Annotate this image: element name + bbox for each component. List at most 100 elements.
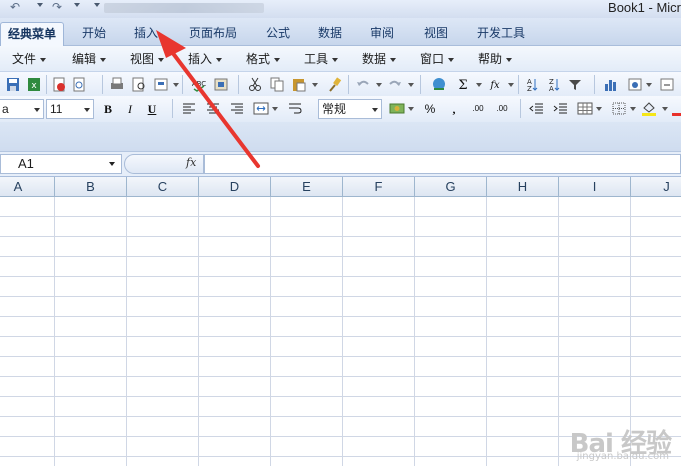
font-size-combo[interactable]: 11 bbox=[46, 99, 94, 119]
autosum-icon[interactable]: Σ bbox=[454, 76, 472, 93]
tab-classic-menu[interactable]: 经典菜单 bbox=[0, 22, 64, 46]
undo-dropdown-icon[interactable] bbox=[37, 3, 43, 7]
menu-view[interactable]: 视图 bbox=[130, 51, 165, 67]
currency-icon[interactable] bbox=[388, 100, 406, 117]
chevron-down-icon[interactable] bbox=[596, 107, 602, 111]
copy-icon[interactable] bbox=[268, 76, 286, 93]
chevron-down-icon[interactable] bbox=[646, 83, 652, 87]
align-left-icon[interactable] bbox=[180, 100, 198, 117]
insert-function-icon[interactable]: fx bbox=[186, 156, 196, 169]
font-color-icon[interactable] bbox=[672, 100, 681, 117]
chevron-down-icon[interactable] bbox=[312, 83, 318, 87]
column-header-g[interactable]: G bbox=[415, 177, 487, 197]
undo-icon[interactable]: ↶ bbox=[10, 0, 20, 16]
print-preview-icon[interactable] bbox=[130, 76, 148, 93]
column-header-j[interactable]: J bbox=[631, 177, 681, 197]
table-format-icon[interactable] bbox=[576, 100, 594, 117]
tab-review[interactable]: 审阅 bbox=[362, 22, 402, 46]
menu-tools[interactable]: 工具 bbox=[304, 51, 339, 67]
column-header-i[interactable]: I bbox=[559, 177, 631, 197]
print-icon[interactable] bbox=[108, 76, 126, 93]
tab-view[interactable]: 视图 bbox=[416, 22, 456, 46]
menu-help[interactable]: 帮助 bbox=[478, 51, 513, 67]
percent-style-button[interactable]: % bbox=[420, 99, 440, 119]
permission-icon[interactable] bbox=[50, 76, 68, 93]
chevron-down-icon bbox=[448, 57, 455, 62]
menu-file[interactable]: 文件 bbox=[12, 51, 47, 67]
chevron-down-icon[interactable] bbox=[508, 83, 514, 87]
undo-toolbar-icon[interactable] bbox=[354, 76, 372, 93]
column-header-f[interactable]: F bbox=[343, 177, 415, 197]
column-header-e[interactable]: E bbox=[271, 177, 343, 197]
menu-edit[interactable]: 编辑 bbox=[72, 51, 107, 67]
menu-format[interactable]: 格式 bbox=[246, 51, 281, 67]
decrease-decimal-button[interactable]: .00 bbox=[492, 99, 512, 119]
tab-page-layout[interactable]: 页面布局 bbox=[180, 22, 246, 46]
filter-icon[interactable] bbox=[566, 76, 584, 93]
customize-quick-access-icon[interactable] bbox=[94, 3, 100, 7]
spelling-icon[interactable]: ABC bbox=[190, 76, 208, 93]
comma-style-button[interactable]: , bbox=[444, 99, 464, 119]
italic-button[interactable]: I bbox=[120, 99, 140, 119]
column-header-h[interactable]: H bbox=[487, 177, 559, 197]
toolbar-separator bbox=[172, 99, 173, 118]
font-name-combo[interactable]: a bbox=[0, 99, 44, 119]
increase-decimal-button[interactable]: .00 bbox=[468, 99, 488, 119]
save-icon[interactable] bbox=[4, 76, 22, 93]
merge-center-icon[interactable] bbox=[252, 100, 270, 117]
chevron-down-icon[interactable] bbox=[272, 107, 278, 111]
name-box[interactable]: A1 bbox=[0, 154, 122, 174]
formatting-toolbar: a 11 B I U 常规 % , .00 .00 bbox=[0, 96, 681, 122]
number-format-combo[interactable]: 常规 bbox=[318, 99, 382, 119]
more-tools-icon[interactable] bbox=[658, 76, 676, 93]
redo-icon[interactable]: ↷ bbox=[52, 0, 62, 16]
sort-ascending-icon[interactable]: AZ bbox=[522, 76, 540, 93]
cut-icon[interactable] bbox=[246, 76, 264, 93]
chevron-down-icon[interactable] bbox=[476, 83, 482, 87]
chart-icon[interactable] bbox=[602, 76, 620, 93]
tab-formulas[interactable]: 公式 bbox=[258, 22, 298, 46]
wrap-text-icon[interactable] bbox=[286, 100, 304, 117]
tab-data[interactable]: 数据 bbox=[310, 22, 350, 46]
sort-descending-icon[interactable]: ZA bbox=[544, 76, 562, 93]
menu-data[interactable]: 数据 bbox=[362, 51, 397, 67]
increase-indent-icon[interactable] bbox=[552, 100, 570, 117]
hyperlink-icon[interactable] bbox=[430, 76, 448, 93]
chevron-down-icon[interactable] bbox=[662, 107, 668, 111]
tab-developer[interactable]: 开发工具 bbox=[468, 22, 534, 46]
menu-insert[interactable]: 插入 bbox=[188, 51, 223, 67]
decrease-indent-icon[interactable] bbox=[528, 100, 546, 117]
attach-icon[interactable] bbox=[70, 76, 88, 93]
paste-icon[interactable] bbox=[290, 76, 308, 93]
research-icon[interactable] bbox=[152, 76, 170, 93]
redo-dropdown-icon[interactable] bbox=[74, 3, 80, 7]
redo-toolbar-icon[interactable] bbox=[386, 76, 404, 93]
menu-window[interactable]: 窗口 bbox=[420, 51, 455, 67]
tab-insert[interactable]: 插入 bbox=[124, 22, 168, 46]
menu-window-label: 窗口 bbox=[420, 52, 445, 66]
underline-button[interactable]: U bbox=[142, 99, 162, 119]
translate-icon[interactable] bbox=[212, 76, 230, 93]
excel-icon[interactable]: x bbox=[25, 76, 43, 93]
column-headers: A B C D E F G H I J bbox=[0, 177, 681, 197]
tab-home[interactable]: 开始 bbox=[72, 22, 116, 46]
chevron-down-icon[interactable] bbox=[630, 107, 636, 111]
toolbar-separator bbox=[182, 75, 183, 94]
align-center-icon[interactable] bbox=[204, 100, 222, 117]
format-painter-icon[interactable] bbox=[326, 76, 344, 93]
column-header-a[interactable]: A bbox=[0, 177, 55, 197]
borders-icon[interactable] bbox=[610, 100, 628, 117]
formula-input[interactable] bbox=[204, 154, 681, 174]
drawing-icon[interactable] bbox=[626, 76, 644, 93]
chevron-down-icon[interactable] bbox=[376, 83, 382, 87]
bold-button[interactable]: B bbox=[98, 99, 118, 119]
chevron-down-icon[interactable] bbox=[408, 107, 414, 111]
column-header-b[interactable]: B bbox=[55, 177, 127, 197]
insert-function-icon[interactable]: fx bbox=[486, 76, 504, 93]
align-right-icon[interactable] bbox=[228, 100, 246, 117]
fill-color-icon[interactable] bbox=[640, 100, 658, 117]
column-header-c[interactable]: C bbox=[127, 177, 199, 197]
column-header-d[interactable]: D bbox=[199, 177, 271, 197]
chevron-down-icon[interactable] bbox=[408, 83, 414, 87]
chevron-down-icon[interactable] bbox=[173, 83, 179, 87]
